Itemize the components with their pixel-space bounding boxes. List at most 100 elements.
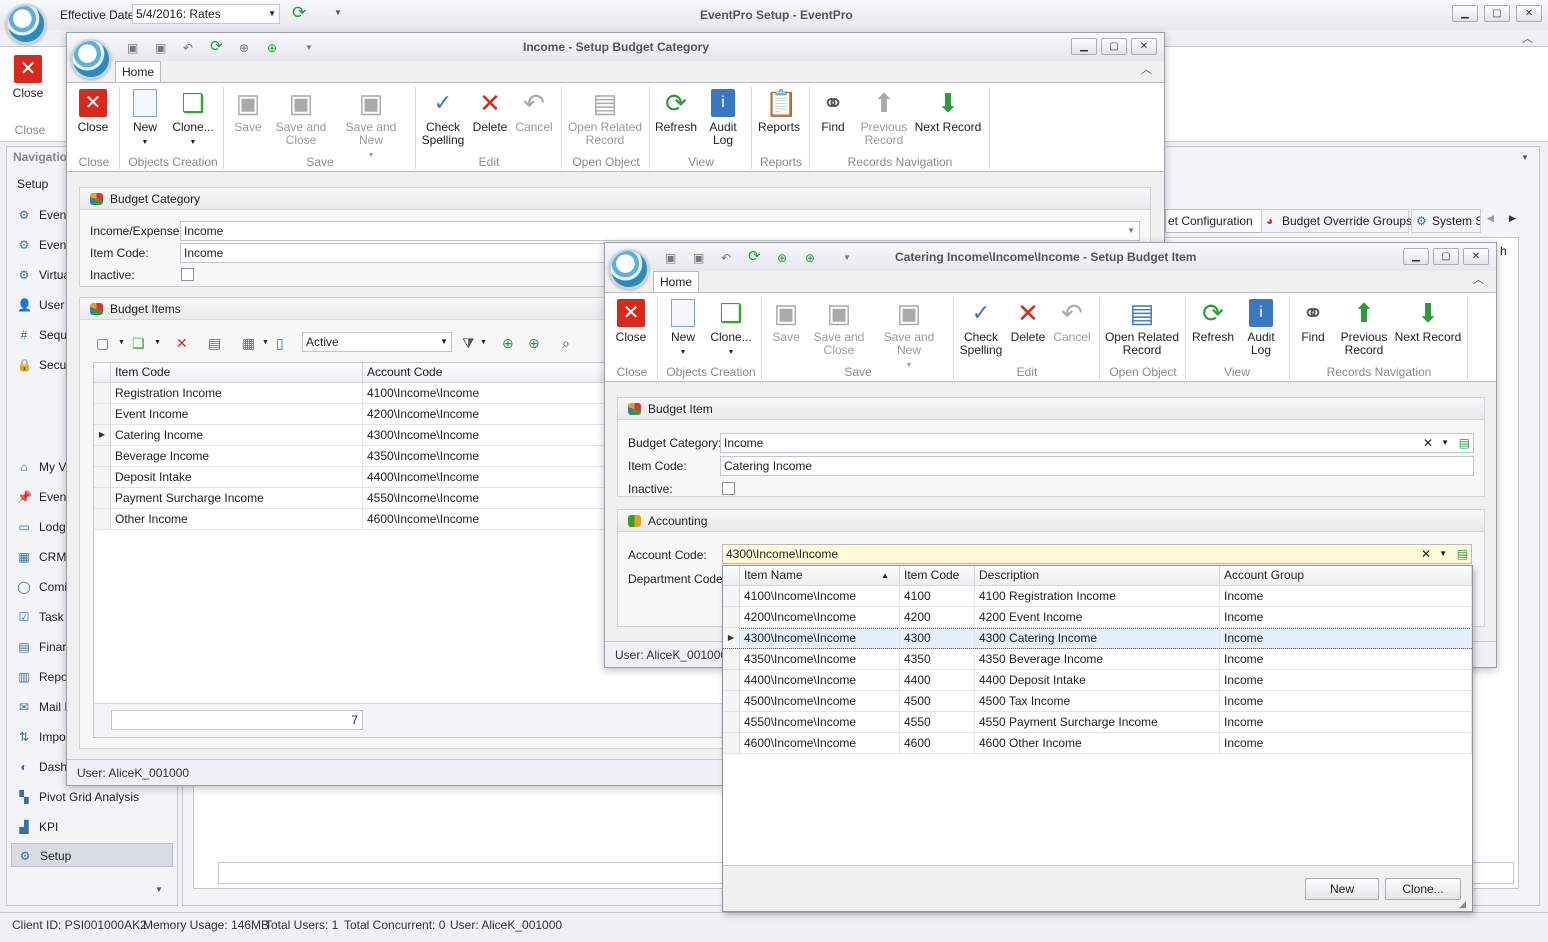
item-open-related-button[interactable]: ▤ Open Related Record (1103, 299, 1181, 357)
category-save-button[interactable]: ▣ Save (227, 89, 269, 134)
item-code-field[interactable]: Catering Income (720, 456, 1474, 476)
table-row[interactable]: 4200\Income\Income 4200 4200 Event Income I… (723, 607, 1472, 628)
category-check-spelling-button[interactable]: ✓ Check Spelling (419, 89, 467, 147)
category-next-record-button[interactable]: ⬇ Next Record (913, 89, 983, 134)
category-close-button[interactable]: ✕ Close (73, 89, 113, 134)
category-reports-button[interactable]: 📋 Reports (755, 89, 803, 134)
down-icon[interactable]: ⊕ (267, 41, 277, 55)
save-icon[interactable]: ▣ (665, 251, 676, 265)
item-tab-home[interactable]: Home (653, 271, 699, 293)
move-down-icon[interactable]: ⊕ (528, 334, 540, 352)
nav-item-top-4[interactable]: # Sequ (17, 323, 67, 347)
clear-icon[interactable]: ✕ (1423, 434, 1433, 452)
resize-grip-icon[interactable]: ◢ (1459, 899, 1466, 910)
save-all-icon[interactable]: ▣ (155, 41, 166, 55)
category-previous-record-button[interactable]: ⬆ Previous Record (857, 89, 911, 147)
category-close-window-button[interactable]: ✕ (1131, 38, 1157, 55)
new-row-icon[interactable]: ▢ (96, 334, 109, 352)
close-window-button[interactable]: ✕ (1516, 5, 1542, 22)
item-find-button[interactable]: ⚭ Find (1293, 299, 1333, 344)
table-row[interactable]: 4100\Income\Income 4100 4100 Registration … (723, 586, 1472, 607)
ribbon-collapse-icon[interactable]: ︿ (1522, 30, 1533, 46)
item-close-button[interactable]: ✕ Close (611, 299, 651, 344)
item-save-close-button[interactable]: ▣ Save and Close (811, 299, 867, 357)
nav-item-5[interactable]: ☑ Task (17, 605, 64, 629)
category-cancel-button[interactable]: ↶ Cancel (513, 89, 555, 134)
move-up-icon[interactable]: ⊕ (502, 334, 514, 352)
status-filter-select[interactable]: Active ▼ (302, 332, 452, 352)
item-new-button[interactable]: New ▼ (663, 299, 703, 359)
chevron-down-icon[interactable]: ▼ (480, 334, 487, 352)
undo-icon[interactable]: ↶ (721, 251, 731, 265)
nav-item-10[interactable]: ◐ Dash (17, 755, 67, 779)
qat-dropdown-icon[interactable]: ▼ (305, 43, 313, 52)
category-new-button[interactable]: New ▼ (125, 89, 165, 149)
delete-row-icon[interactable]: ✕ (176, 334, 188, 352)
down-icon[interactable]: ⊕ (805, 251, 815, 265)
table-row[interactable]: 4400\Income\Income 4400 4400 Deposit Intak… (723, 670, 1472, 691)
up-icon[interactable]: ⊕ (239, 41, 249, 55)
table-row[interactable]: ▶ 4300\Income\Income 4300 4300 Catering Inc… (723, 628, 1472, 649)
column-header-account-group[interactable]: Account Group (1220, 566, 1472, 586)
nav-item-top-5[interactable]: 🔒 Secu (17, 353, 66, 377)
nav-item-12[interactable]: ▟ KPI (17, 815, 58, 839)
qat-dropdown-icon[interactable]: ▼ (334, 8, 342, 17)
nav-item-2[interactable]: ▭ Lodg (17, 515, 65, 539)
item-audit-log-button[interactable]: i Audit Log (1241, 299, 1281, 357)
income-expense-select[interactable]: Income ▼ (180, 221, 1140, 241)
column-header-item-code[interactable]: Item Code (900, 566, 975, 586)
item-cancel-button[interactable]: ↶ Cancel (1051, 299, 1093, 344)
item-close-window-button[interactable]: ✕ (1463, 248, 1489, 265)
ribbon-collapse-icon[interactable]: ︿ (1473, 271, 1484, 287)
table-row[interactable]: 4550\Income\Income 4550 4550 Payment Surch… (723, 712, 1472, 733)
qat-dropdown-icon[interactable]: ▼ (843, 253, 851, 262)
content-dropdown-icon[interactable]: ▼ (1521, 153, 1529, 162)
up-icon[interactable]: ⊕ (777, 251, 787, 265)
item-maximize-button[interactable]: ▢ (1433, 248, 1459, 265)
nav-item-top-3[interactable]: 👤 User (17, 293, 64, 317)
category-logo-icon[interactable] (71, 39, 111, 79)
tab-scroll-right-icon[interactable]: ▶ (1509, 213, 1516, 224)
category-minimize-button[interactable]: ▁ (1071, 38, 1097, 55)
refresh-icon[interactable]: ⟳ (292, 3, 306, 23)
item-logo-icon[interactable] (609, 249, 649, 289)
nav-item-3[interactable]: ▦ CRM (17, 545, 66, 569)
refresh-icon[interactable]: ⟳ (210, 37, 223, 55)
column-header-description[interactable]: Description (975, 566, 1220, 586)
item-save-new-button[interactable]: ▣ Save and New ▼ (871, 299, 947, 372)
column-header-item-name[interactable]: Item Name ▲ (740, 566, 900, 586)
document-icon[interactable]: ▯ (276, 334, 284, 352)
edit-row-icon[interactable]: ▤ (208, 334, 221, 352)
nav-item-13[interactable]: ⚙ Setup (11, 843, 173, 867)
table-row[interactable]: 4600\Income\Income 4600 4600 Other Income I… (723, 733, 1472, 754)
budget-category-select[interactable]: Income ✕ ▼ ▤ (720, 433, 1474, 453)
minimize-button[interactable]: ▁ (1452, 5, 1478, 22)
tab-budget-override-groups[interactable]: ◕ Budget Override Groups (1261, 209, 1412, 233)
chevron-down-icon[interactable]: ▼ (1439, 545, 1447, 563)
clear-icon[interactable]: ✕ (1421, 545, 1431, 563)
item-check-spelling-button[interactable]: ✓ Check Spelling (957, 299, 1005, 357)
search-fragment[interactable]: h (1500, 244, 1507, 258)
nav-expand-icon[interactable]: ▼ (155, 885, 163, 894)
dropdown-new-button[interactable]: New (1305, 878, 1379, 900)
chevron-down-icon[interactable]: ▼ (154, 334, 161, 352)
item-next-record-button[interactable]: ⬇ Next Record (1393, 299, 1463, 344)
item-save-button[interactable]: ▣ Save (765, 299, 807, 344)
category-save-new-button[interactable]: ▣ Save and New ▼ (333, 89, 409, 162)
copy-row-icon[interactable]: ▦ (242, 334, 255, 352)
inactive-checkbox[interactable] (722, 482, 735, 495)
nav-item-1[interactable]: 📌 Even (17, 485, 66, 509)
tab-configuration[interactable]: et Configuration (1165, 209, 1263, 233)
chevron-down-icon[interactable]: ▼ (118, 334, 125, 352)
nav-item-6[interactable]: ▤ Finar (17, 635, 66, 659)
item-refresh-button[interactable]: ⟳ Refresh (1189, 299, 1237, 344)
dropdown-clone-button[interactable]: Clone... (1385, 878, 1461, 900)
nav-item-11[interactable]: ▚ Pivot Grid Analysis (17, 785, 139, 809)
account-code-combo[interactable]: 4300\Income\Income ✕ ▼ ▤ (722, 544, 1472, 564)
category-delete-button[interactable]: ✕ Delete (469, 89, 511, 134)
nav-item-4[interactable]: ◯ Comi (17, 575, 67, 599)
category-find-button[interactable]: ⚭ Find (813, 89, 853, 134)
item-clone-button[interactable]: ❏ Clone... ▼ (707, 299, 755, 359)
category-maximize-button[interactable]: ▢ (1101, 38, 1127, 55)
table-row[interactable]: 4500\Income\Income 4500 4500 Tax Income Inc… (723, 691, 1472, 712)
